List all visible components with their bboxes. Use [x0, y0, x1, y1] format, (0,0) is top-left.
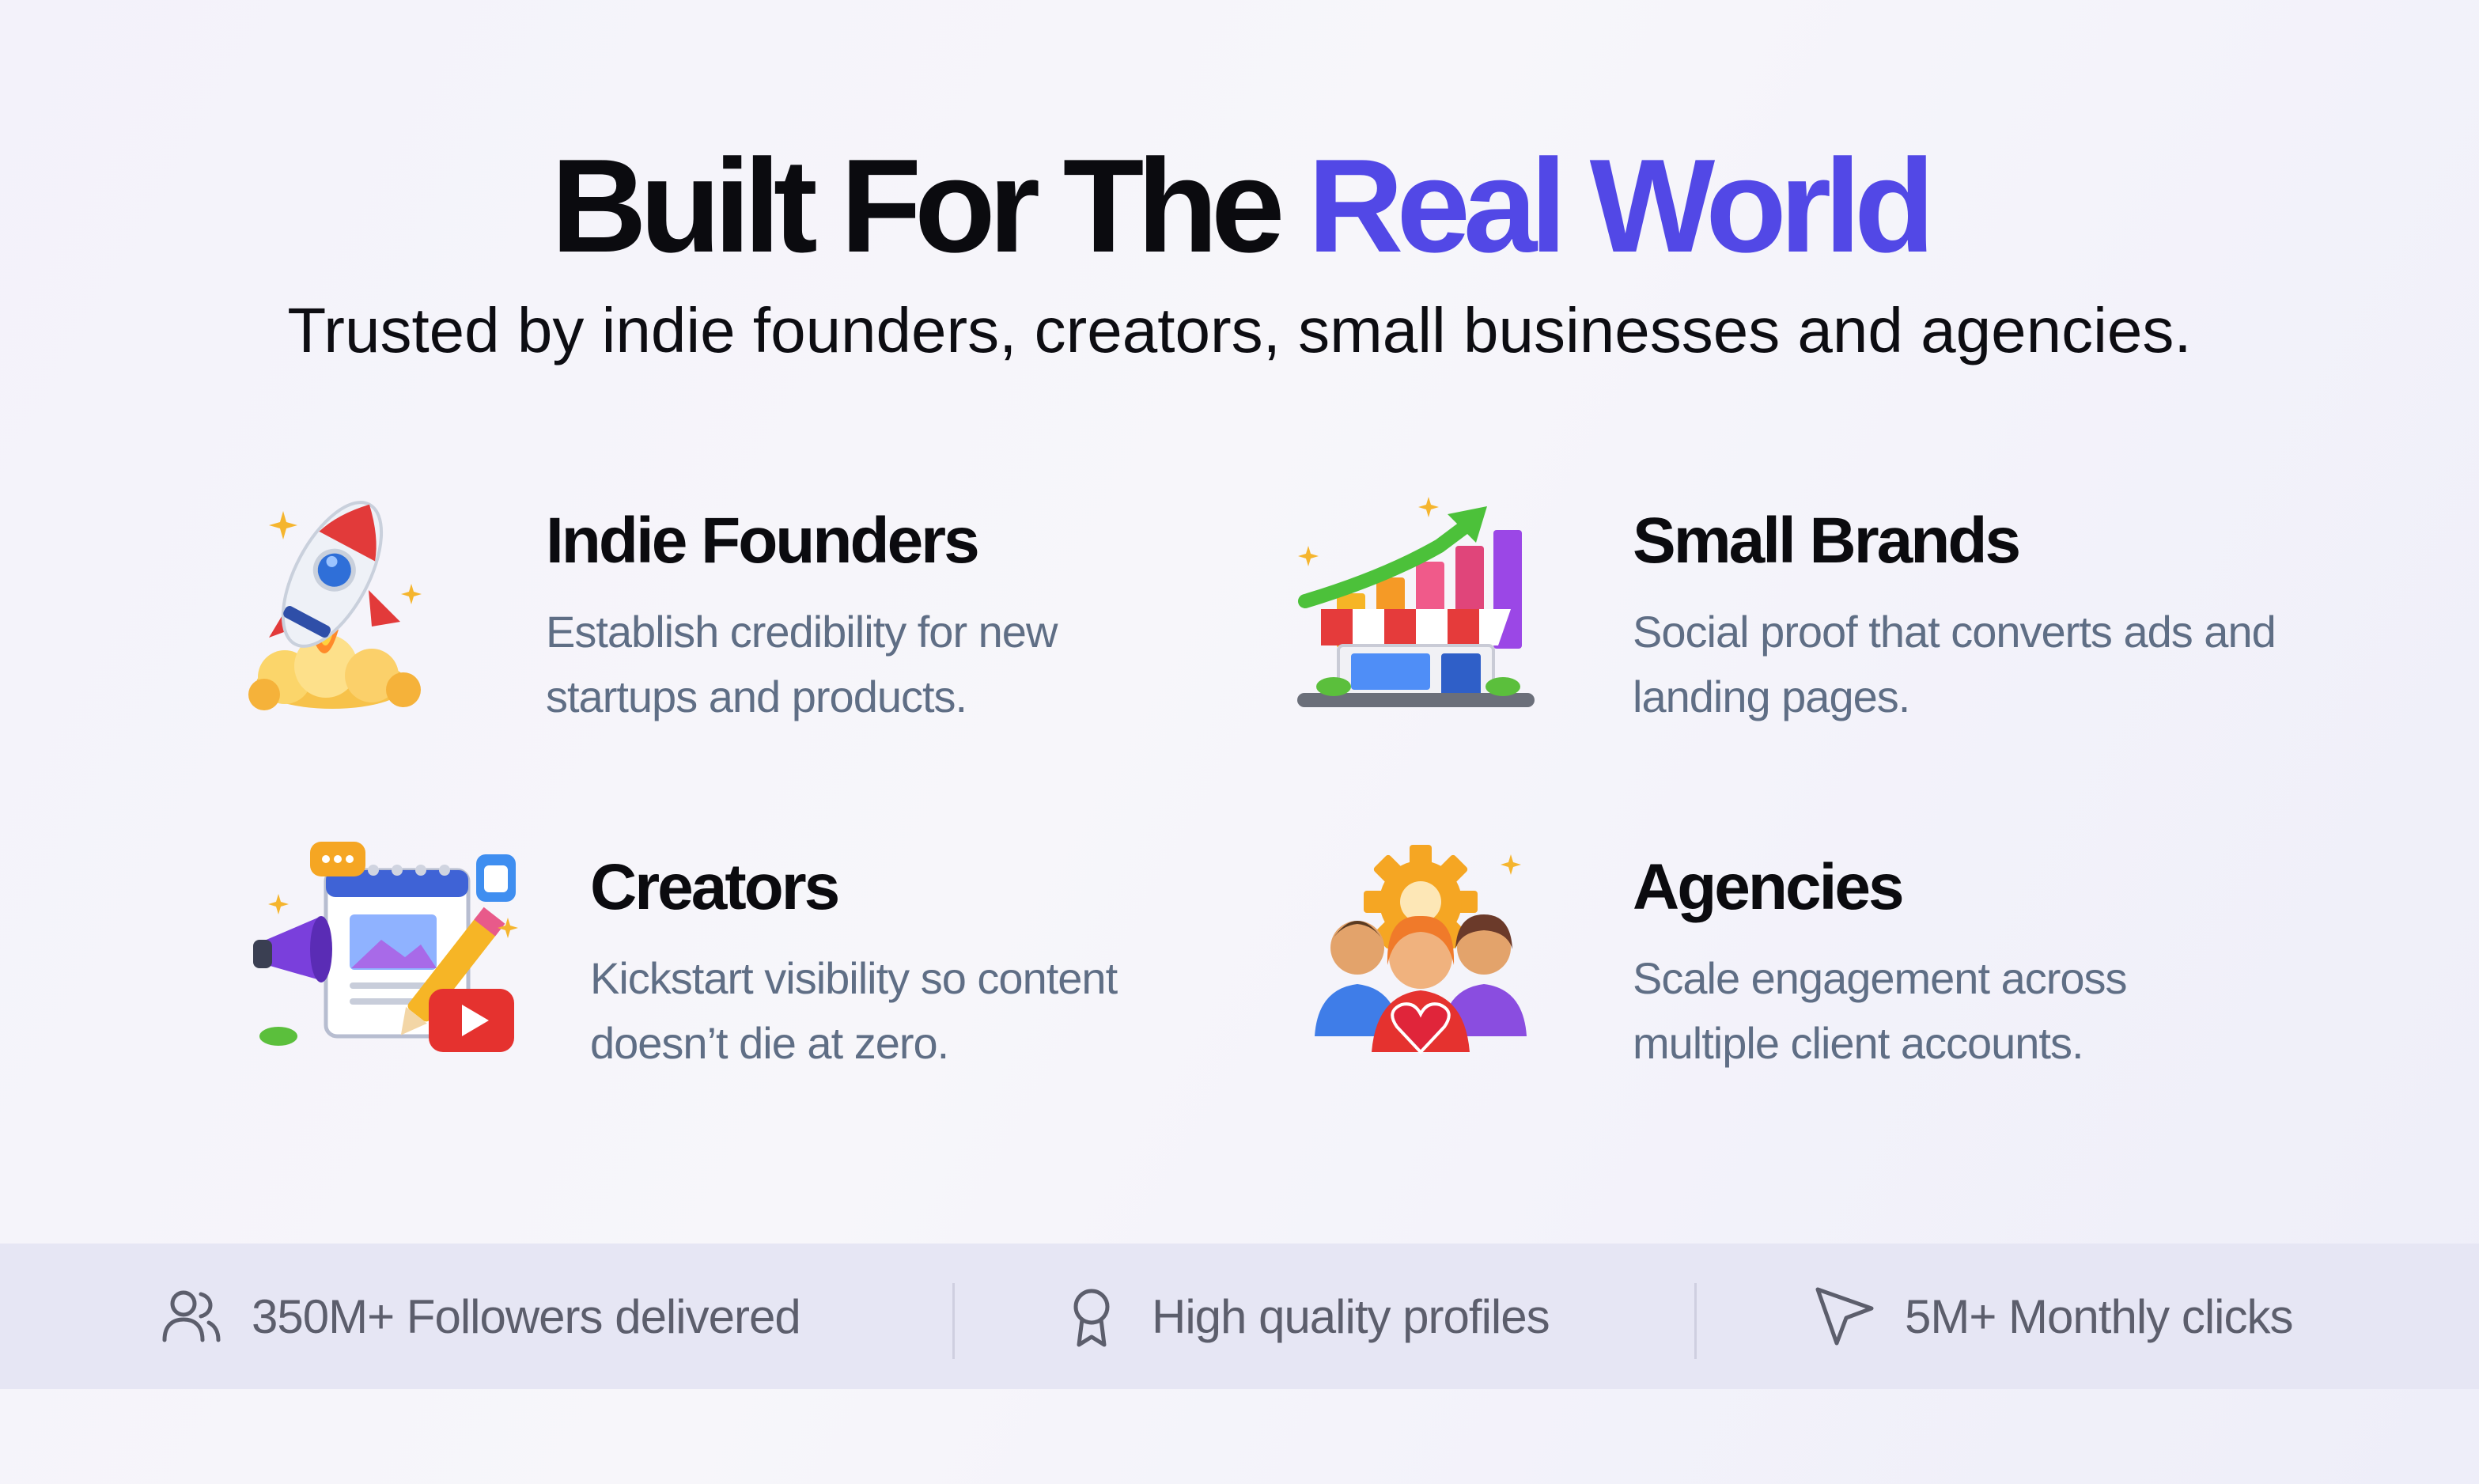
hero-title: Built For The Real World — [0, 134, 2479, 277]
audience-description: Kickstart visibility so content doesn’t … — [590, 953, 1118, 1068]
audience-description: Scale engagement across multiple client … — [1633, 953, 2128, 1068]
hero-subtitle: Trusted by indie founders, creators, sma… — [287, 295, 2192, 365]
audience-title: Agencies — [1633, 851, 1905, 923]
team-gear-icon — [1310, 839, 1531, 1062]
audience-title: Small Brands — [1633, 505, 2021, 577]
stats-bar: 350M+ Followers delivered High quality p… — [0, 1244, 2479, 1389]
stat-quality: High quality profiles — [1058, 1244, 1550, 1389]
stat-divider — [1694, 1283, 1697, 1359]
creator-tools-icon — [247, 839, 532, 1068]
stat-divider — [952, 1283, 955, 1359]
stat-label: 5M+ Monthly clicks — [1905, 1289, 2293, 1343]
stat-followers: 350M+ Followers delivered — [158, 1244, 801, 1389]
page: Built For The Real World Trusted by indi… — [0, 0, 2479, 1484]
stat-label: High quality profiles — [1152, 1289, 1550, 1343]
cursor-pointer-icon — [1811, 1283, 1878, 1350]
audience-description: Social proof that converts ads and landi… — [1633, 607, 2277, 721]
hero-title-accent: Real World — [1308, 131, 1935, 280]
stat-label: 350M+ Followers delivered — [252, 1289, 801, 1343]
rocket-icon — [237, 487, 427, 717]
hero-title-main: Built For The — [551, 131, 1308, 280]
audience-description: Establish credibility for new startups a… — [546, 607, 1058, 721]
storefront-growth-icon — [1289, 490, 1542, 712]
stat-clicks: 5M+ Monthly clicks — [1811, 1244, 2293, 1389]
users-icon — [158, 1283, 225, 1350]
audience-title: Creators — [590, 851, 840, 923]
award-badge-icon — [1058, 1283, 1125, 1350]
audience-title: Indie Founders — [546, 505, 980, 577]
